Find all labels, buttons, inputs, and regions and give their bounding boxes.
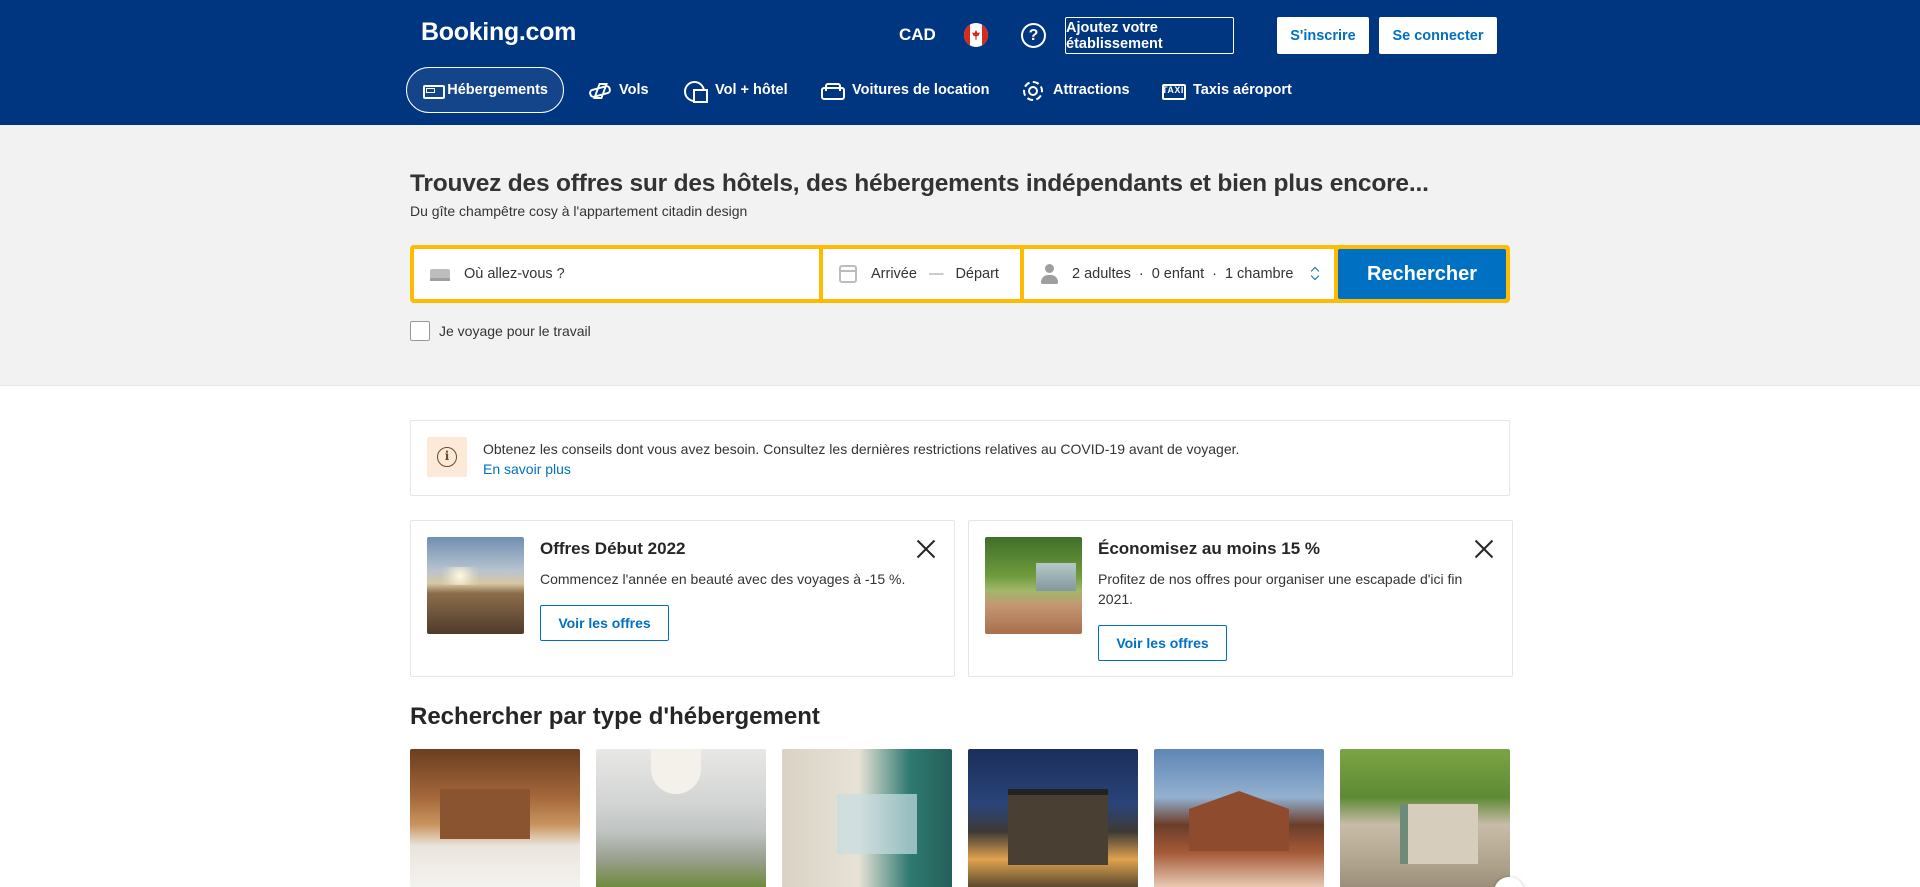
learn-more-link[interactable]: En savoir plus xyxy=(483,461,571,477)
person-icon xyxy=(1040,264,1058,284)
nav-item-label: Hébergements xyxy=(447,82,548,98)
canada-flag-icon[interactable] xyxy=(964,23,988,47)
sign-in-button[interactable]: Se connecter xyxy=(1379,17,1497,54)
covid-notice: i Obtenez les conseils dont vous avez be… xyxy=(410,420,1510,496)
view-offers-button[interactable]: Voir les offres xyxy=(1098,625,1227,661)
guests-selector[interactable]: 2 adultes · 0 enfant · 1 chambre xyxy=(1024,249,1334,299)
info-icon: i xyxy=(427,437,467,477)
attractions-icon xyxy=(1022,81,1044,101)
hero-subtitle: Du gîte champêtre cosy à l'appartement c… xyxy=(410,203,748,219)
destination-placeholder: Où allez-vous ? xyxy=(464,266,565,282)
notice-text: Obtenez les conseils dont vous avez beso… xyxy=(483,441,1240,477)
nav-item-flight-hotel[interactable]: Vol + hôtel xyxy=(684,67,788,113)
promo-card: Offres Début 2022 Commencez l'année en b… xyxy=(410,520,955,677)
promo-title: Offres Début 2022 xyxy=(540,539,686,558)
close-icon[interactable] xyxy=(1474,539,1494,559)
plane-hotel-icon xyxy=(684,81,708,103)
nav-item-flights[interactable]: Vols xyxy=(588,67,649,113)
currency-selector[interactable]: CAD xyxy=(899,25,936,45)
date-separator: — xyxy=(928,266,944,282)
accommodation-tile-resort[interactable] xyxy=(782,749,952,887)
accommodation-tile-chalet[interactable] xyxy=(1154,749,1324,887)
promo-card: Économisez au moins 15 % Profitez de nos… xyxy=(968,520,1513,677)
section-title: Rechercher par type d'hébergement xyxy=(410,703,820,730)
checkin-label: Arrivée xyxy=(871,266,917,282)
destination-input[interactable]: Où allez-vous ? xyxy=(414,249,819,299)
bed-icon xyxy=(430,267,450,281)
top-header: Booking.com CAD ? Ajoutez votre établiss… xyxy=(0,0,1920,125)
nav-item-stays[interactable]: Hébergements xyxy=(406,67,564,113)
accommodation-tile-villa[interactable] xyxy=(968,749,1138,887)
adults-count: 2 adultes xyxy=(1072,266,1131,282)
list-property-button[interactable]: Ajoutez votre établissement xyxy=(1065,17,1234,54)
promo-image xyxy=(427,537,524,634)
accommodation-tile-cottage[interactable] xyxy=(1340,749,1510,887)
view-offers-button[interactable]: Voir les offres xyxy=(540,605,669,641)
chevron-updown-icon xyxy=(1310,266,1320,282)
promo-text: Profitez de nos offres pour organiser un… xyxy=(1098,571,1463,607)
nav-item-label: Taxis aéroport xyxy=(1193,82,1292,98)
business-travel-label: Je voyage pour le travail xyxy=(439,323,591,339)
help-icon[interactable]: ? xyxy=(1021,23,1046,48)
nav-item-label: Attractions xyxy=(1053,82,1130,98)
nav-item-label: Vol + hôtel xyxy=(715,82,788,98)
accommodation-tile-hotel[interactable] xyxy=(410,749,580,887)
checkout-label: Départ xyxy=(955,266,999,282)
rooms-count: 1 chambre xyxy=(1224,266,1294,282)
promo-image xyxy=(985,537,1082,634)
children-count: 0 enfant xyxy=(1151,266,1205,282)
register-button[interactable]: S'inscrire xyxy=(1277,17,1369,54)
booking-logo[interactable]: Booking.com xyxy=(421,18,576,47)
separator-dot: · xyxy=(1212,266,1217,282)
nav-item-attractions[interactable]: Attractions xyxy=(1022,67,1130,113)
promo-text: Commencez l'année en beauté avec des voy… xyxy=(540,571,906,587)
nav-item-airport-taxis[interactable]: TAXI Taxis aéroport xyxy=(1162,67,1292,113)
date-picker[interactable]: Arrivée — Départ xyxy=(823,249,1020,299)
taxi-icon: TAXI xyxy=(1162,81,1186,100)
business-travel-checkbox[interactable]: Je voyage pour le travail xyxy=(410,321,591,341)
accommodation-tile-apartment[interactable] xyxy=(596,749,766,887)
calendar-icon xyxy=(839,265,857,283)
accommodation-type-carousel xyxy=(410,749,1510,887)
checkbox[interactable] xyxy=(410,321,430,341)
bed-icon xyxy=(422,81,446,99)
search-bar: Où allez-vous ? Arrivée — Départ 2 adult… xyxy=(410,245,1510,303)
nav-item-label: Voitures de location xyxy=(852,82,990,98)
nav-item-label: Vols xyxy=(619,82,649,98)
separator-dot: · xyxy=(1138,266,1144,282)
plane-icon xyxy=(588,81,610,99)
search-button[interactable]: Rechercher xyxy=(1338,249,1506,299)
car-icon xyxy=(821,81,845,100)
nav-item-car-rental[interactable]: Voitures de location xyxy=(821,67,990,113)
promo-title: Économisez au moins 15 % xyxy=(1098,539,1321,558)
hero-title: Trouvez des offres sur des hôtels, des h… xyxy=(410,170,1429,197)
close-icon[interactable] xyxy=(916,539,936,559)
